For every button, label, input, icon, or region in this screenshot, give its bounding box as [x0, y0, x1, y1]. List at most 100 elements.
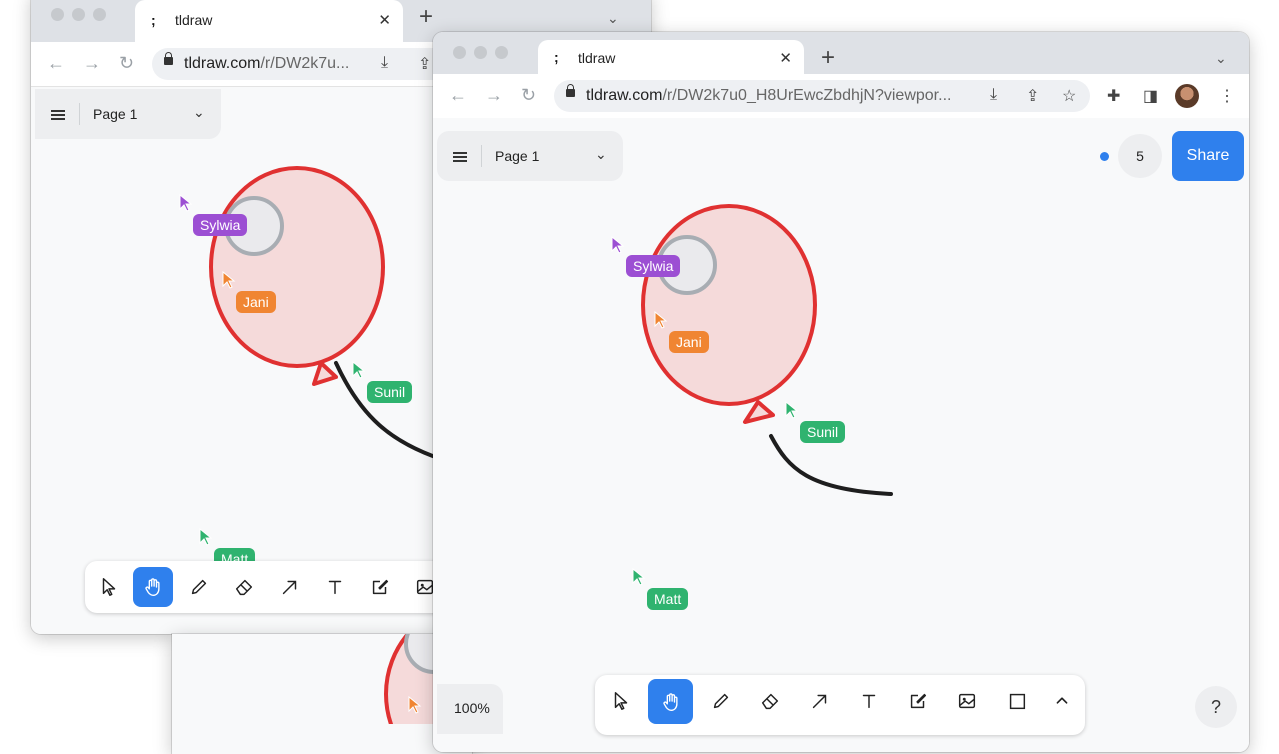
side-panel-icon[interactable]: ◨ — [1143, 86, 1158, 106]
cursor-sylwia-icon — [611, 236, 625, 254]
url-field[interactable]: tldraw.com/r/DW2k7u... — [152, 48, 452, 80]
tab-search-chevron-icon[interactable]: ⌄ — [607, 10, 619, 27]
collaborator-label-sunil: Sunil — [800, 421, 846, 443]
tool-arrow[interactable] — [800, 681, 840, 721]
window-controls[interactable] — [51, 8, 106, 21]
close-tab-icon[interactable]: ✕ — [779, 49, 792, 67]
tab-title: tldraw — [578, 50, 616, 66]
cursor-jani-icon — [222, 271, 236, 289]
install-app-icon[interactable]: ⤓ — [381, 54, 388, 72]
install-app-icon[interactable]: ⤓ — [990, 86, 997, 104]
cursor-sylwia-icon — [179, 194, 193, 212]
more-menu-icon[interactable]: ⋮ — [1219, 86, 1235, 106]
profile-avatar[interactable] — [1175, 84, 1199, 108]
zoom-menu[interactable]: 100% — [437, 684, 503, 734]
tool-eraser[interactable] — [750, 681, 790, 721]
eraser-icon — [235, 579, 253, 596]
collaborator-label-sylwia: Sylwia — [193, 214, 248, 236]
url-field[interactable]: tldraw.com/r/DW2k7u0_H8UrEwcZbdhjN?viewp… — [554, 80, 1090, 112]
collaborator-label-jani: Jani — [669, 331, 709, 353]
rectangle-icon — [1009, 693, 1026, 710]
tool-text[interactable] — [315, 567, 355, 607]
tool-bar — [85, 561, 465, 613]
tool-arrow[interactable] — [270, 567, 310, 607]
tool-note[interactable] — [360, 567, 400, 607]
cursor-sunil-icon — [352, 361, 366, 379]
tool-more[interactable] — [1042, 681, 1082, 721]
balloon-string — [769, 434, 893, 496]
new-tab-icon[interactable]: + — [419, 3, 433, 31]
tldraw-favicon-icon: ; — [151, 12, 156, 28]
hand-icon — [145, 578, 160, 596]
tool-hand[interactable] — [648, 679, 693, 724]
url-text: tldraw.com/r/DW2k7u0_H8UrEwcZbdhjN?viewp… — [586, 87, 952, 104]
tab-title: tldraw — [175, 12, 213, 28]
tool-draw[interactable] — [179, 567, 219, 607]
lock-icon — [566, 84, 575, 97]
tab-search-chevron-icon[interactable]: ⌄ — [1215, 50, 1227, 67]
eraser-icon — [761, 693, 779, 710]
lock-icon — [164, 52, 173, 65]
pencil-icon — [191, 579, 207, 595]
cursor-sunil-icon — [785, 401, 799, 419]
back-icon[interactable]: ← — [47, 53, 65, 74]
tool-hand[interactable] — [133, 567, 173, 607]
tool-note[interactable] — [898, 681, 938, 721]
share-page-icon[interactable]: ⇪ — [1026, 86, 1039, 106]
tool-draw[interactable] — [701, 681, 741, 721]
balloon-drawing[interactable] — [433, 118, 1249, 678]
share-page-icon[interactable]: ⇪ — [418, 54, 431, 74]
note-icon — [372, 579, 389, 595]
tab-strip: ; tldraw ✕ + ⌄ — [433, 32, 1249, 74]
reload-icon[interactable]: ↻ — [521, 85, 536, 106]
collaborator-label-jani: Jani — [236, 291, 276, 313]
extensions-icon[interactable]: ✚ — [1107, 86, 1120, 106]
tool-image[interactable] — [947, 681, 987, 721]
image-icon — [958, 693, 976, 709]
cursor-matt-icon — [632, 568, 646, 586]
collaborator-label-matt: Matt — [647, 588, 689, 610]
arrow-icon — [812, 694, 827, 709]
chevron-up-icon — [1056, 697, 1068, 704]
cursor-jani-icon — [408, 696, 422, 714]
balloon-drawing-partial — [384, 634, 472, 724]
cursor-jani-icon — [654, 311, 668, 329]
canvas[interactable]: Page 1 ⌄ 5 Share Sylwia Jani Sunil Matt … — [433, 118, 1249, 752]
tool-eraser[interactable] — [224, 567, 264, 607]
third-browser-window — [172, 634, 472, 754]
url-text: tldraw.com/r/DW2k7u... — [184, 55, 350, 72]
balloon-body — [641, 204, 817, 406]
balloon-body — [209, 166, 385, 368]
tool-select[interactable] — [601, 681, 641, 721]
reload-icon[interactable]: ↻ — [119, 53, 134, 74]
text-icon — [862, 694, 876, 709]
front-browser-window: ; tldraw ✕ + ⌄ ← → ↻ tldraw.com/r/DW2k7u… — [433, 32, 1249, 752]
help-icon: ? — [1210, 696, 1221, 717]
arrow-icon — [282, 580, 297, 595]
text-icon — [328, 580, 342, 595]
collaborator-label-sylwia: Sylwia — [626, 255, 681, 277]
pencil-icon — [713, 693, 729, 709]
address-bar-row: ← → ↻ tldraw.com/r/DW2k7u0_H8UrEwcZbdhjN… — [433, 74, 1249, 119]
pointer-icon — [102, 578, 116, 596]
forward-icon[interactable]: → — [485, 85, 503, 106]
note-icon — [910, 693, 927, 709]
window-controls[interactable] — [453, 46, 508, 59]
pointer-icon — [614, 692, 628, 710]
bookmark-star-icon[interactable]: ☆ — [1062, 86, 1076, 106]
tool-text[interactable] — [849, 681, 889, 721]
help-button[interactable]: ? — [1195, 686, 1237, 728]
tab-tldraw[interactable]: ; tldraw ✕ — [135, 0, 403, 42]
back-icon[interactable]: ← — [449, 85, 467, 106]
new-tab-icon[interactable]: + — [821, 44, 835, 72]
tool-select[interactable] — [89, 567, 129, 607]
tab-tldraw[interactable]: ; tldraw ✕ — [538, 40, 804, 74]
hand-icon — [662, 692, 678, 711]
collaborator-label-sunil: Sunil — [367, 381, 413, 403]
zoom-level: 100% — [454, 700, 490, 716]
tool-rectangle[interactable] — [997, 681, 1037, 721]
close-tab-icon[interactable]: ✕ — [378, 11, 391, 29]
tldraw-favicon-icon: ; — [554, 49, 559, 65]
cursor-matt-icon — [199, 528, 213, 546]
forward-icon[interactable]: → — [83, 53, 101, 74]
